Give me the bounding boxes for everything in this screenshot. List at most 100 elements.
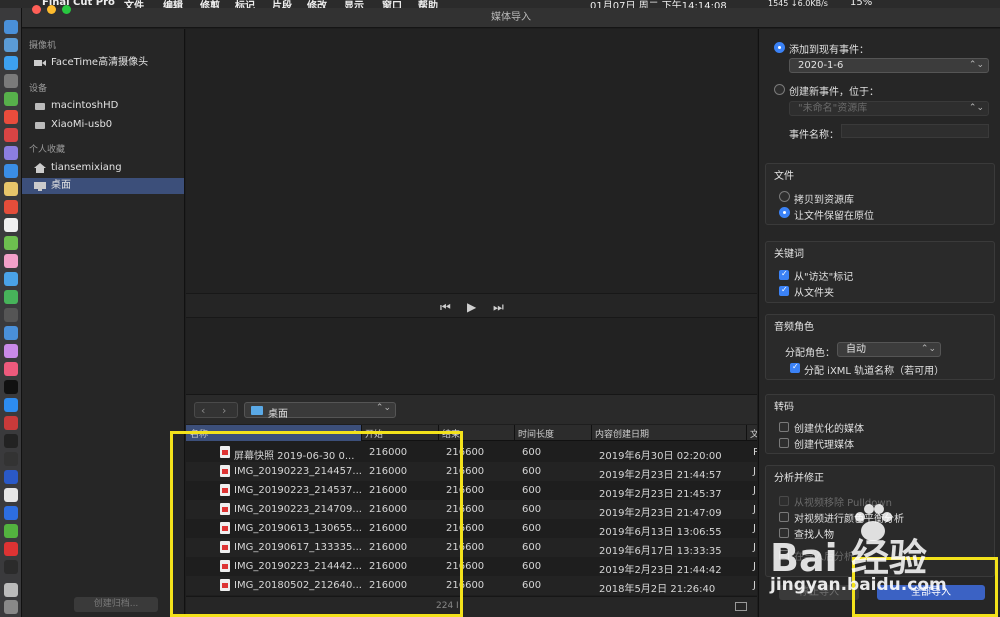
stop-import-button[interactable]: 停止导入	[779, 585, 859, 600]
create-proxy-checkbox[interactable]	[779, 438, 789, 448]
location-popup[interactable]: 桌面 ⌃⌄	[244, 402, 396, 420]
sidebar-item-facetime[interactable]: FaceTime高清摄像头	[22, 55, 184, 71]
menu-help[interactable]: 帮助	[418, 0, 438, 8]
cell-created: 2019年6月13日 13:06:55	[599, 527, 722, 538]
sidebar-item-tiansemixiang[interactable]: tiansemixiang	[22, 160, 184, 176]
yandex-icon[interactable]	[4, 488, 18, 502]
menu-clock[interactable]: 01月07日 周二 下午14:14:08	[590, 0, 727, 8]
analyze-group-title: 分析并修正	[774, 473, 824, 484]
app-grey-icon[interactable]	[4, 308, 18, 322]
menu-battery[interactable]: 15%	[850, 0, 872, 8]
from-folders-checkbox[interactable]	[779, 285, 789, 296]
find-people-checkbox[interactable]	[779, 528, 789, 538]
app-red-2-icon[interactable]	[4, 416, 18, 430]
menu-window[interactable]: 窗口	[382, 0, 402, 8]
event-name-field[interactable]	[841, 124, 989, 138]
cell-extra: P	[753, 447, 757, 458]
sidebar-item-macintoshhd[interactable]: macintoshHD	[22, 98, 184, 114]
filmstrip-view-icon[interactable]	[735, 602, 747, 611]
desktop-icon	[34, 182, 46, 191]
create-optimized-checkbox[interactable]	[779, 422, 789, 432]
zoom-icon[interactable]	[62, 5, 71, 14]
vpn-icon[interactable]	[4, 470, 18, 484]
rocket-icon[interactable]	[4, 74, 18, 88]
netease-icon[interactable]	[4, 542, 18, 556]
app-purple-icon[interactable]	[4, 146, 18, 160]
cell-duration: 600	[522, 504, 542, 515]
copy-to-library-radio[interactable]	[779, 191, 790, 202]
app-store-2-icon[interactable]	[4, 398, 18, 412]
cell-duration: 600	[522, 466, 542, 477]
close-icon[interactable]	[32, 5, 41, 14]
app-red-icon[interactable]	[4, 128, 18, 142]
back-arrow-icon[interactable]: ‹	[201, 404, 205, 417]
trash-icon[interactable]	[4, 600, 18, 614]
cell-created: 2018年5月2日 21:26:40	[599, 584, 716, 595]
column-divider[interactable]	[514, 425, 515, 441]
analyze-after-import-checkbox[interactable]	[779, 550, 789, 560]
launchpad-icon[interactable]	[4, 38, 18, 52]
keynote-icon[interactable]	[4, 326, 18, 340]
sidebar-item-desktop[interactable]: 桌面	[22, 178, 184, 194]
menu-trim[interactable]: 修剪	[200, 0, 220, 8]
terminal-icon[interactable]	[4, 434, 18, 448]
transcode-group: 转码 创建优化的媒体 创建代理媒体	[765, 394, 995, 454]
app-blue-icon[interactable]	[4, 506, 18, 520]
add-to-existing-event-radio[interactable]	[774, 42, 785, 53]
cell-created: 2019年2月23日 21:44:57	[599, 470, 722, 481]
chrome-icon[interactable]	[4, 110, 18, 124]
menu-clip[interactable]: 片段	[272, 0, 292, 8]
cell-duration: 600	[522, 561, 542, 572]
activity-icon[interactable]	[4, 452, 18, 466]
calendar-icon[interactable]	[4, 200, 18, 214]
play-icon[interactable]: ▶	[467, 300, 476, 314]
next-frame-icon[interactable]: ⏭	[493, 300, 504, 315]
column-divider[interactable]	[591, 425, 592, 441]
finalcut-icon[interactable]	[4, 560, 18, 574]
column-header-extra[interactable]: 文	[750, 427, 757, 440]
assign-ixml-label: 分配 iXML 轨道名称（若可用）	[804, 366, 945, 377]
create-archive-button[interactable]: 创建归档...	[74, 597, 158, 612]
menu-modify[interactable]: 修改	[307, 0, 327, 8]
menu-mark[interactable]: 标记	[235, 0, 255, 8]
leave-in-place-radio[interactable]	[779, 207, 790, 218]
color-balance-checkbox[interactable]	[779, 512, 789, 522]
existing-event-popup[interactable]: 2020-1-6 ⌃⌄	[789, 58, 989, 73]
assign-role-popup[interactable]: 自动 ⌃⌄	[837, 342, 941, 357]
photos-icon[interactable]	[4, 254, 18, 268]
notes-icon[interactable]	[4, 182, 18, 196]
create-new-event-radio[interactable]	[774, 84, 785, 95]
messages-icon[interactable]	[4, 272, 18, 286]
music-icon[interactable]	[4, 362, 18, 376]
wechat-icon[interactable]	[4, 524, 18, 538]
location-label: 桌面	[268, 409, 288, 420]
finder-tags-checkbox[interactable]	[779, 269, 789, 280]
remove-pulldown-checkbox[interactable]	[779, 496, 789, 506]
menu-edit[interactable]: 编辑	[163, 0, 183, 8]
minimize-icon[interactable]	[47, 5, 56, 14]
podcasts-icon[interactable]	[4, 344, 18, 358]
new-event-library-popup[interactable]: "未命名"资源库 ⌃⌄	[789, 101, 989, 116]
maps-icon[interactable]	[4, 236, 18, 250]
finder-icon[interactable]	[4, 20, 18, 34]
cell-created: 2019年2月23日 21:47:09	[599, 508, 722, 519]
facetime-icon[interactable]	[4, 290, 18, 304]
keywords-group-title: 关键词	[774, 249, 804, 260]
previous-frame-icon[interactable]: ⏮	[440, 300, 451, 315]
column-header-duration[interactable]: 时间长度	[518, 427, 554, 440]
assign-ixml-checkbox[interactable]	[790, 362, 800, 373]
safari-icon[interactable]	[4, 56, 18, 70]
appstore-icon[interactable]	[4, 164, 18, 178]
dock	[0, 8, 22, 617]
android-icon[interactable]	[4, 92, 18, 106]
column-divider[interactable]	[746, 425, 747, 441]
tv-icon[interactable]	[4, 380, 18, 394]
forward-arrow-icon[interactable]: ›	[222, 404, 226, 417]
sidebar-item-xiaomi-usb0[interactable]: XiaoMi-usb0	[22, 117, 184, 133]
documents-icon[interactable]	[4, 583, 18, 597]
cell-duration: 600	[522, 447, 542, 458]
menu-file[interactable]: 文件	[124, 0, 144, 8]
preview-icon[interactable]	[4, 218, 18, 232]
menu-view[interactable]: 显示	[344, 0, 364, 8]
column-header-created[interactable]: 内容创建日期	[595, 427, 649, 440]
